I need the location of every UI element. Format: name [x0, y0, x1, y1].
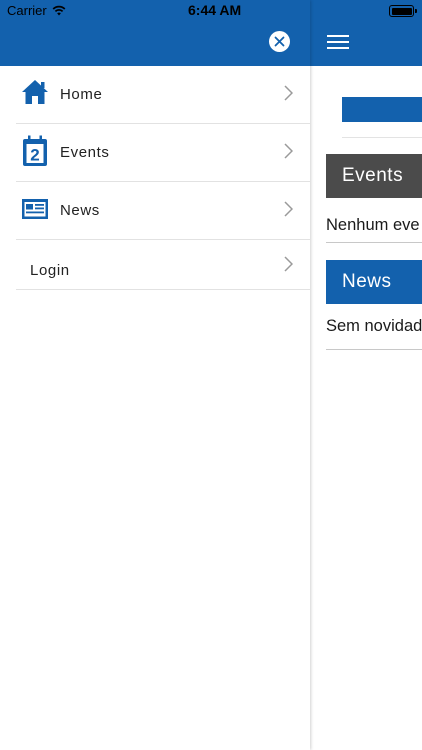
wifi-icon	[52, 4, 66, 16]
close-drawer-button[interactable]	[269, 31, 290, 52]
events-section-header: Events	[326, 154, 422, 198]
menu-item-label: Home	[60, 86, 103, 103]
main-divider	[342, 137, 422, 138]
chevron-right-icon	[284, 85, 294, 101]
main-view: Events Nenhum eve News Sem novidad	[310, 0, 422, 750]
close-icon	[274, 36, 285, 47]
news-section-header: News	[326, 260, 422, 304]
calendar-icon: 2	[21, 135, 49, 166]
news-empty-text: Sem novidad	[326, 317, 422, 335]
main-status-area	[310, 0, 422, 22]
news-divider	[326, 349, 422, 350]
app-root: Events Nenhum eve News Sem novidad Carri…	[0, 0, 422, 750]
menu-item-events[interactable]: 2 Events	[16, 124, 310, 182]
status-bar: Carrier 6:44 AM	[0, 0, 310, 22]
menu-item-label: Events	[60, 144, 110, 161]
chevron-right-icon	[284, 201, 294, 217]
menu-item-login[interactable]: Login	[16, 240, 310, 290]
menu-item-home[interactable]: Home	[16, 66, 310, 124]
side-drawer: Carrier 6:44 AM Home 2 Events News Login	[0, 0, 310, 750]
main-banner-bar	[342, 97, 422, 122]
svg-text:2: 2	[30, 146, 39, 165]
drawer-menu: Home 2 Events News Login	[0, 66, 310, 290]
chevron-right-icon	[284, 256, 294, 272]
events-empty-text: Nenhum eve	[326, 216, 420, 234]
menu-item-label: Login	[30, 262, 70, 279]
carrier-label: Carrier	[7, 3, 47, 18]
events-divider	[326, 242, 422, 243]
clock-label: 6:44 AM	[188, 2, 242, 18]
home-icon	[21, 78, 49, 106]
menu-item-news[interactable]: News	[16, 182, 310, 240]
battery-icon	[389, 5, 417, 17]
newspaper-icon	[21, 198, 49, 226]
chevron-right-icon	[284, 143, 294, 159]
menu-item-label: News	[60, 202, 100, 219]
hamburger-menu-icon[interactable]	[327, 35, 351, 51]
